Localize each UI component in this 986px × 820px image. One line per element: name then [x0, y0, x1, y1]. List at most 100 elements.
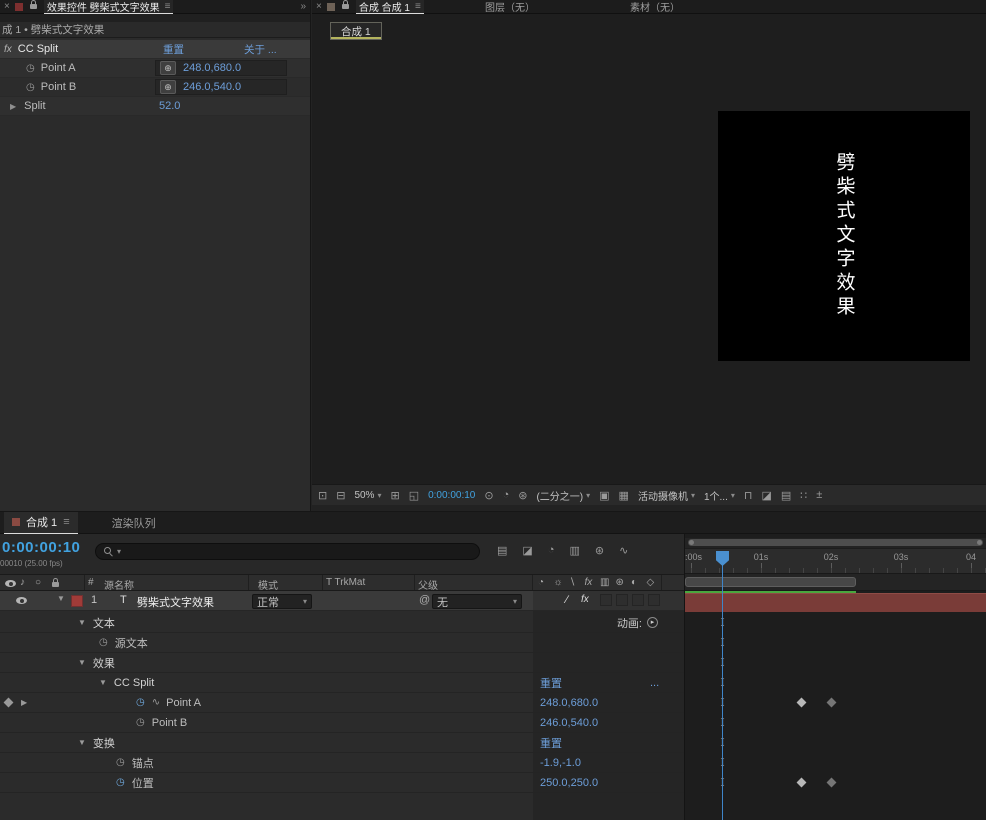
motion-blur-icon[interactable]: ⊛	[616, 577, 624, 588]
property-label[interactable]: Point B	[152, 717, 187, 729]
mini-flowchart-icon[interactable]: ▤	[497, 544, 507, 557]
animate-menu-icon[interactable]: ▸	[647, 617, 658, 628]
effect-name[interactable]: CC Split	[18, 43, 58, 55]
flowchart-button-icon[interactable]: ∷	[800, 489, 807, 502]
effects-icon[interactable]: fx	[585, 577, 593, 588]
twirl-icon[interactable]: ▼	[78, 738, 86, 747]
region-of-interest-icon[interactable]: ▣	[599, 489, 609, 502]
property-value[interactable]: 246.0,540.0	[540, 717, 598, 729]
tab-comp-timeline[interactable]: 合成 1 ≡	[4, 512, 78, 534]
close-panel-icon[interactable]: ×	[316, 1, 322, 12]
time-ruler[interactable]: 0:00s01s02s03s04	[685, 549, 986, 574]
about-effect-link[interactable]: 关于 ...	[244, 42, 277, 57]
blend-mode-select[interactable]: 正常▾	[252, 594, 312, 609]
layer-visibility-icon[interactable]	[16, 597, 27, 604]
reset-effect-link[interactable]: 重置	[163, 42, 184, 57]
twirl-icon[interactable]: ▼	[78, 618, 86, 627]
twirl-icon[interactable]: ▶	[10, 102, 16, 111]
graph-toggle-icon[interactable]: ∿	[152, 697, 160, 708]
column-parent[interactable]: 父级	[418, 577, 438, 592]
frame-blend-icon[interactable]: ▥	[600, 577, 609, 588]
layer-twirl-icon[interactable]: ▼	[57, 594, 65, 603]
keyframe-icon[interactable]	[827, 778, 837, 788]
keyframe-icon[interactable]	[797, 698, 807, 708]
resolution-select[interactable]: (二分之一)▾	[536, 488, 590, 503]
show-snapshot-icon[interactable]: ◔	[503, 489, 510, 501]
composition-viewer[interactable]: 合成 1 劈柴式文字效果	[312, 14, 986, 484]
navigator-start-handle[interactable]	[689, 540, 694, 545]
parent-pickwhip-icon[interactable]: @	[419, 594, 430, 606]
add-keyframe-icon[interactable]	[4, 698, 14, 708]
3d-layer-icon[interactable]: ◇	[647, 577, 655, 588]
lock-icon[interactable]	[342, 4, 349, 9]
snapshot-icon[interactable]: ⊙	[484, 489, 493, 502]
column-mode[interactable]: 模式	[258, 577, 278, 592]
transparency-grid-icon[interactable]: ▦	[619, 489, 629, 502]
twirl-icon[interactable]: ▼	[78, 658, 86, 667]
grid-guides-icon[interactable]: ⊞	[390, 489, 399, 502]
tab-layer-panel[interactable]: 图层（无）	[485, 0, 535, 14]
exposure-icon[interactable]: ±	[816, 489, 822, 501]
param-value-text[interactable]: 246.0,540.0	[183, 81, 241, 93]
stopwatch-icon[interactable]: ◷	[116, 777, 125, 788]
timeline-prop-row-锚点[interactable]: ◷锚点-1.9,-1.0	[0, 753, 684, 773]
timeline-track-area[interactable]: 0:00s01s02s03s04 IIIIIIIII	[684, 534, 986, 820]
search-input[interactable]: ▾	[95, 543, 480, 560]
property-value[interactable]: 248.0,680.0	[540, 697, 598, 709]
tab-render-queue[interactable]: 渲染队列	[104, 512, 164, 534]
point-picker-icon[interactable]: ⊕	[160, 61, 176, 75]
time-navigator[interactable]	[685, 538, 986, 548]
layer-color-chip[interactable]	[71, 595, 83, 607]
work-area-bar[interactable]	[685, 577, 856, 587]
column-source-name[interactable]: 源名称	[104, 577, 134, 592]
viewer-timecode[interactable]: 0:00:00:10	[428, 490, 475, 501]
switch-cell[interactable]	[600, 594, 612, 606]
current-time-display[interactable]: 0:00:00:10	[2, 539, 80, 556]
timeline-prop-row-位置[interactable]: ◷位置250.0,250.0	[0, 773, 684, 793]
property-value[interactable]: 250.0,250.0	[540, 777, 598, 789]
navigator-end-handle[interactable]	[977, 540, 982, 545]
param-value-text[interactable]: 52.0	[159, 100, 180, 112]
solo-icon[interactable]: ○	[35, 577, 41, 588]
column-index[interactable]: #	[88, 577, 94, 588]
camera-select[interactable]: 活动摄像机▾	[638, 488, 695, 503]
zoom-select[interactable]: 50%▾	[354, 490, 381, 501]
layer-name[interactable]: 劈柴式文字效果	[137, 594, 214, 610]
stopwatch-icon[interactable]: ◷	[99, 637, 108, 648]
parent-select[interactable]: 无▾	[432, 594, 522, 609]
fx-switch-icon[interactable]: fx	[581, 594, 589, 605]
pixel-aspect-correction-icon[interactable]: ⊓	[744, 489, 753, 502]
effect-header-row[interactable]: fx CC Split 重置 关于 ...	[0, 40, 310, 59]
twirl-icon[interactable]: ▼	[99, 678, 107, 687]
motion-blur-toggle-icon[interactable]: ⊛	[595, 544, 604, 557]
point-picker-icon[interactable]: ⊕	[160, 80, 176, 94]
magnification-ratio-icon[interactable]: ⊡	[318, 489, 327, 502]
close-panel-icon[interactable]: ×	[4, 1, 10, 12]
reset-link[interactable]: 重置	[540, 735, 562, 751]
column-trkmat[interactable]: T TrkMat	[326, 577, 365, 588]
layer-row[interactable]: ▼ 1 T 劈柴式文字效果 正常▾ @ 无▾ ∕ fx	[0, 591, 684, 611]
property-label[interactable]: 变换	[93, 735, 115, 751]
keyframe-icon[interactable]	[797, 778, 807, 788]
options-link[interactable]: ...	[650, 677, 659, 689]
param-value-text[interactable]: 248.0,680.0	[183, 62, 241, 74]
timeline-prop-row-Point A[interactable]: ▶◷∿Point A248.0,680.0	[0, 693, 684, 713]
time-navigator-bar[interactable]	[688, 539, 983, 546]
graph-editor-icon[interactable]: ∿	[619, 544, 628, 557]
layer-duration-bar[interactable]	[685, 593, 986, 612]
stopwatch-icon[interactable]: ◷	[136, 697, 145, 708]
timeline-prop-row-Point B[interactable]: ◷ Point B 246.0,540.0	[0, 713, 684, 733]
property-label[interactable]: 源文本	[115, 635, 148, 651]
stopwatch-icon[interactable]: ◷	[26, 63, 35, 74]
lock-icon[interactable]	[30, 4, 37, 9]
timeline-prop-row-源文本[interactable]: ◷ 源文本	[0, 633, 684, 653]
hide-shy-icon[interactable]: ◔	[548, 544, 555, 557]
panel-menu-icon[interactable]: ≡	[63, 516, 69, 528]
composition-canvas[interactable]: 劈柴式文字效果	[718, 111, 970, 361]
keyframe-icon[interactable]	[827, 698, 837, 708]
quality-switch-icon[interactable]: ∕	[566, 594, 568, 606]
reset-link[interactable]: 重置	[540, 675, 562, 691]
stopwatch-icon[interactable]: ◷	[136, 717, 145, 728]
view-layout-select[interactable]: 1个...▾	[704, 488, 735, 503]
show-channels-icon[interactable]: ⊛	[518, 489, 527, 502]
